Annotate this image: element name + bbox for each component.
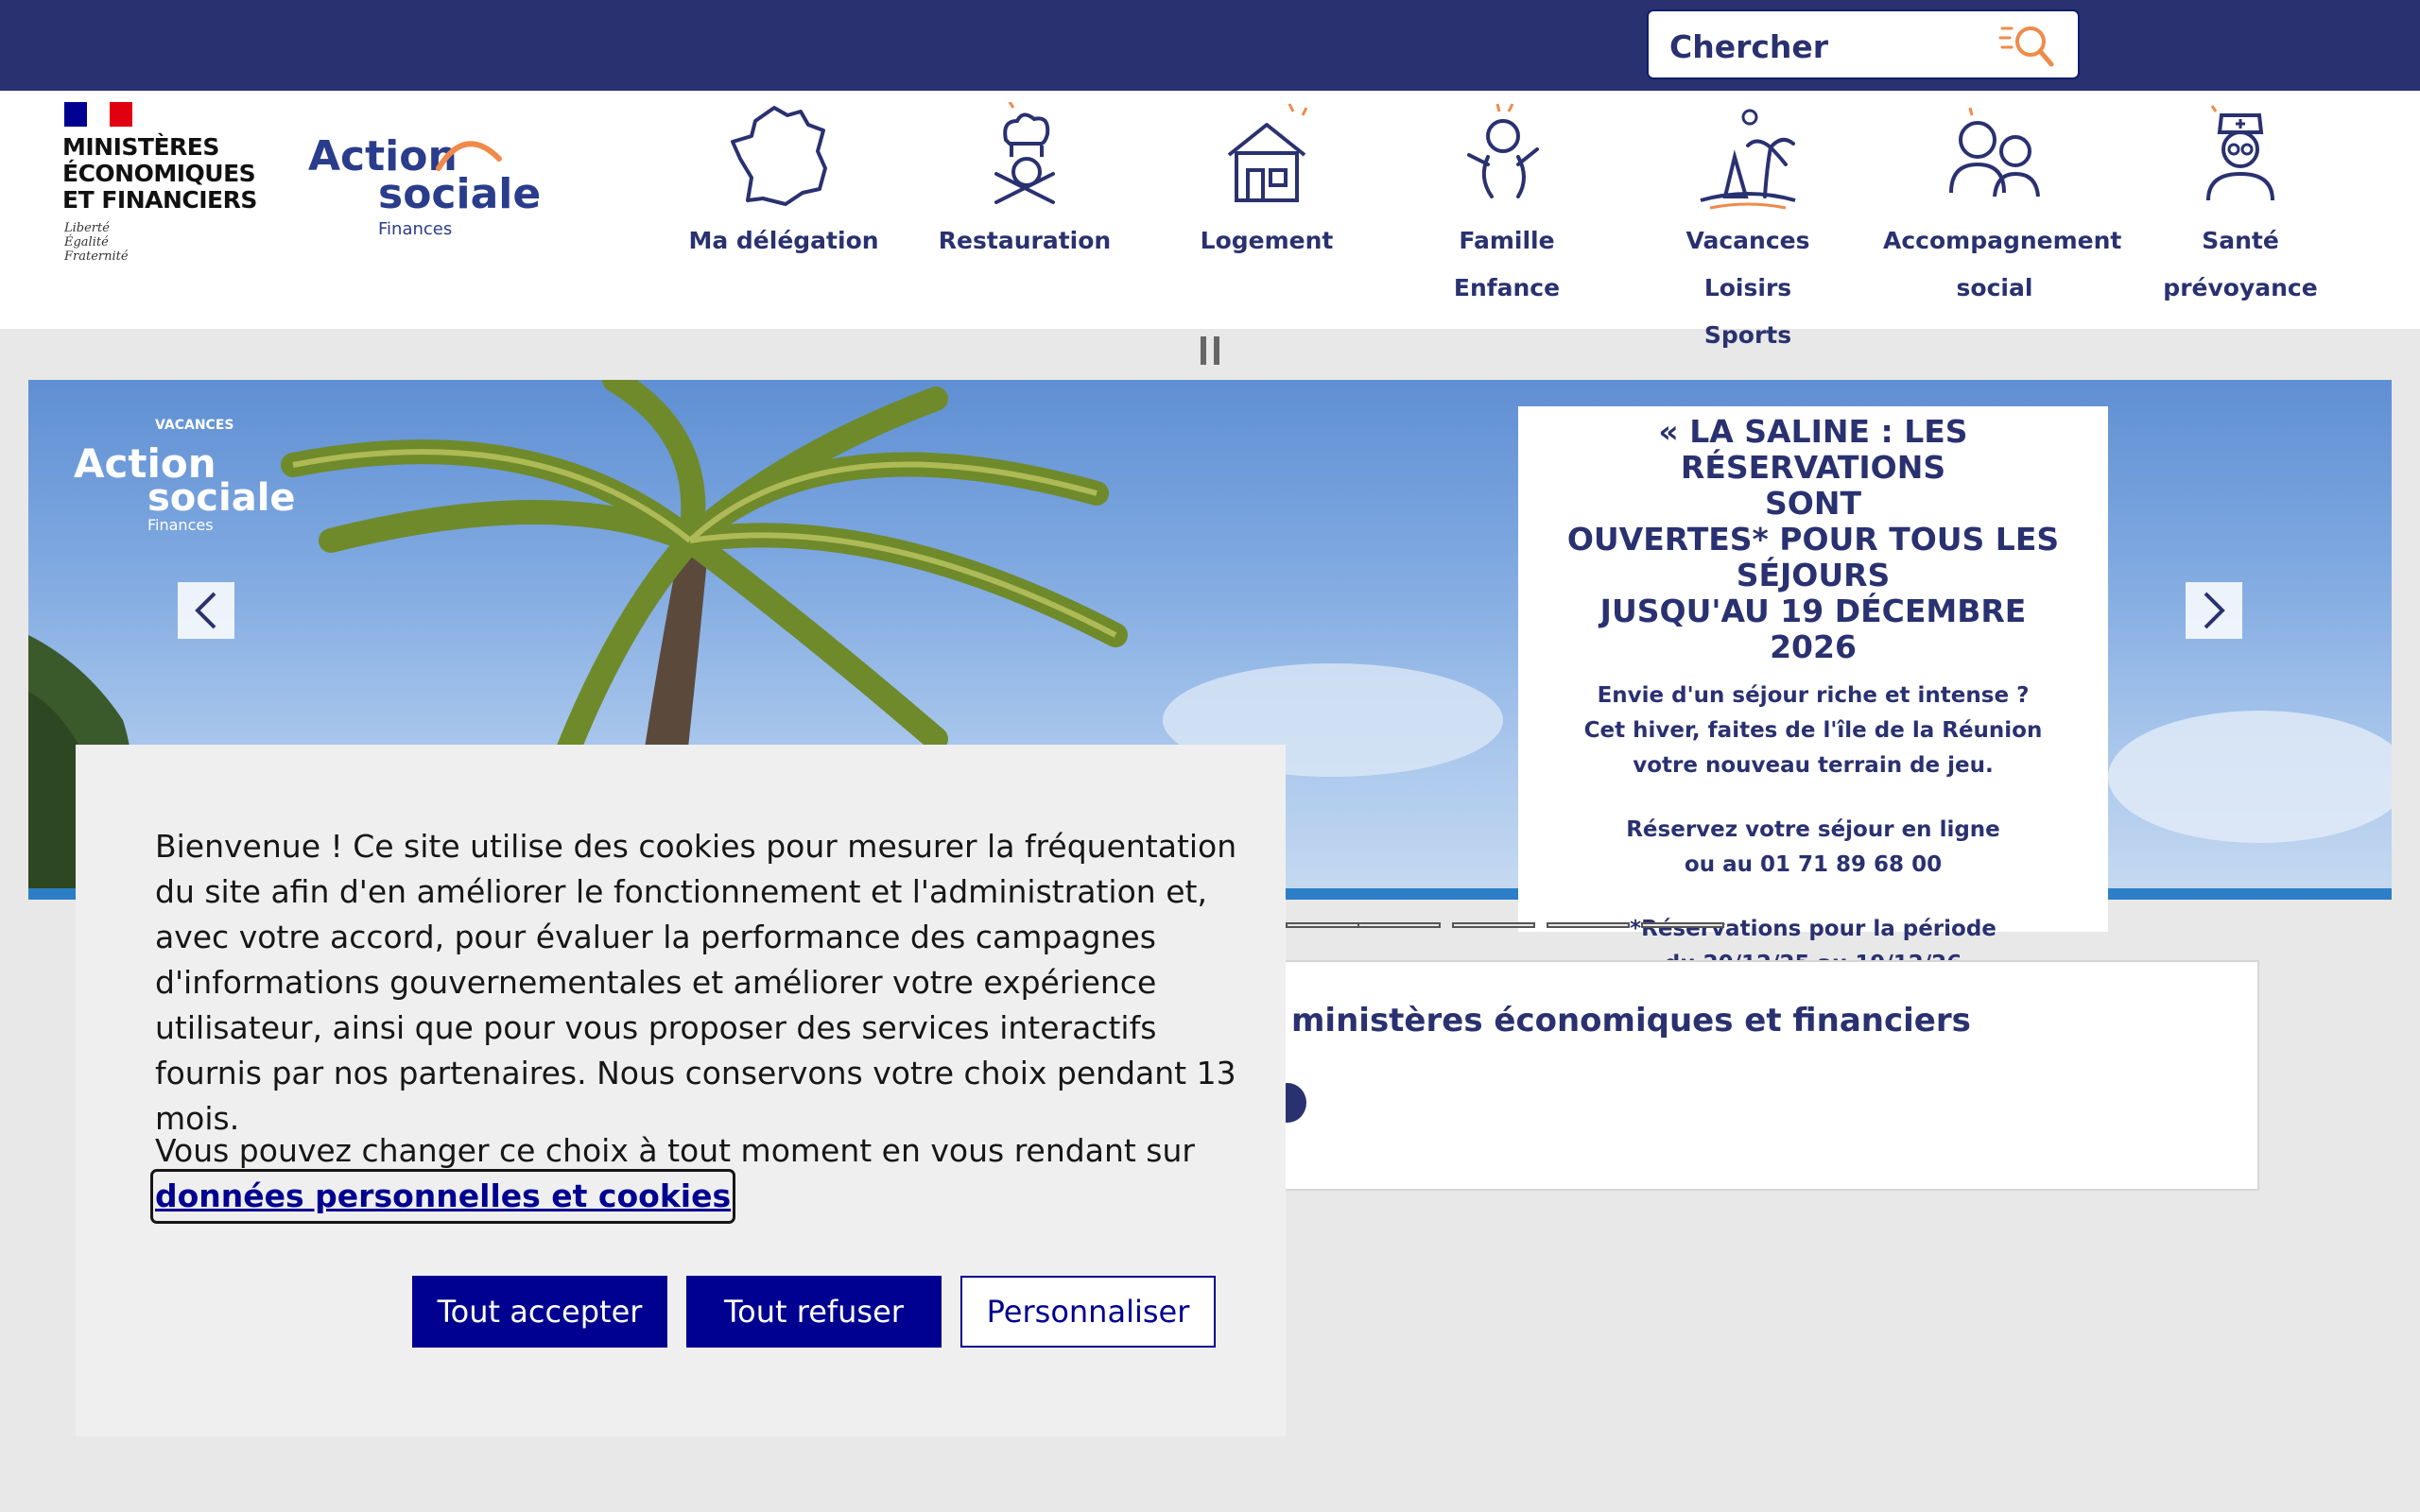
people-icon bbox=[1949, 107, 2040, 198]
nav-label-line2: prévoyance bbox=[2163, 274, 2318, 301]
nav-logement[interactable]: Logement bbox=[1172, 102, 1361, 265]
nav-famille-enfance[interactable]: Famille Enfance bbox=[1405, 102, 1609, 312]
ministry-logo[interactable]: MINISTÈRES ÉCONOMIQUES ET FINANCIERS Lib… bbox=[62, 102, 280, 272]
brand-sociale: sociale bbox=[378, 170, 542, 218]
nav-label: Restauration bbox=[938, 227, 1112, 254]
nav-label: Logement bbox=[1200, 227, 1334, 254]
nav-vacances-loisirs-sports[interactable]: Vacances Loisirs Sports bbox=[1639, 102, 1857, 359]
france-map-icon bbox=[731, 106, 827, 206]
info-title: ministères économiques et financiers bbox=[1291, 1002, 1971, 1040]
carousel-prev-button[interactable] bbox=[178, 582, 234, 639]
nav-label: Famille Enfance bbox=[1453, 227, 1561, 301]
cookie-text-2: Vous pouvez changer ce choix à tout mome… bbox=[149, 1128, 1242, 1224]
refuse-all-button[interactable]: Tout refuser bbox=[686, 1276, 942, 1348]
slide-body: Envie d'un séjour riche et intense ? Cet… bbox=[1583, 683, 2043, 976]
privacy-link[interactable]: données personnelles et cookies bbox=[149, 1169, 736, 1224]
slide-caption-card[interactable]: « LA SALINE : LES RÉSERVATIONS SONT OUVE… bbox=[1518, 406, 2108, 976]
french-flag-icon bbox=[64, 102, 132, 127]
nav-label: Vacances Loisirs bbox=[1685, 227, 1810, 301]
house-icon bbox=[1227, 103, 1308, 202]
nav-ma-delegation[interactable]: Ma délégation bbox=[679, 102, 889, 265]
chevron-left-icon bbox=[195, 592, 216, 629]
palm-island-icon bbox=[1700, 109, 1796, 210]
slide-title: « LA SALINE : LES RÉSERVATIONS SONT OUVE… bbox=[1566, 413, 2060, 665]
nav-label: Accompagnement bbox=[1883, 227, 2122, 254]
ministry-name: MINISTÈRES ÉCONOMIQUES ET FINANCIERS bbox=[62, 133, 257, 214]
carousel-dot[interactable] bbox=[1452, 922, 1535, 928]
cookie-banner: Bienvenue ! Ce site utilise des cookies … bbox=[76, 745, 1286, 1436]
search-box[interactable] bbox=[1647, 9, 2080, 79]
nurse-icon bbox=[2206, 105, 2274, 201]
republic-motto: Liberté Égalité Fraternité bbox=[64, 221, 129, 264]
chevron-right-icon bbox=[2204, 592, 2225, 629]
nav-sante-prevoyance[interactable]: Santé prévoyance bbox=[2144, 102, 2337, 312]
logo-arc-icon bbox=[436, 141, 502, 171]
child-icon bbox=[1467, 103, 1539, 198]
customize-button[interactable]: Personnaliser bbox=[960, 1276, 1216, 1348]
vacances-logo: VACANCES Action sociale Finances bbox=[74, 418, 296, 534]
carousel-dot[interactable] bbox=[1641, 922, 1724, 928]
search-icon[interactable] bbox=[1998, 21, 2055, 70]
chef-icon bbox=[994, 102, 1055, 204]
nav-restauration[interactable]: Restauration bbox=[930, 102, 1119, 265]
carousel-dot[interactable] bbox=[1547, 922, 1630, 928]
nav-accompagnement-social[interactable]: Accompagnement social bbox=[1883, 102, 2122, 312]
nav-label: Ma délégation bbox=[688, 227, 879, 254]
action-sociale-logo[interactable]: Action sociale Finances bbox=[308, 132, 541, 246]
nav-label: Santé bbox=[2202, 227, 2279, 254]
cookie-text: Bienvenue ! Ce site utilise des cookies … bbox=[155, 828, 1237, 1137]
carousel-dot[interactable] bbox=[1286, 922, 1369, 928]
carousel-next-button[interactable] bbox=[2186, 582, 2242, 639]
accept-all-button[interactable]: Tout accepter bbox=[412, 1276, 667, 1348]
info-box: ministères économiques et financiers bbox=[1238, 960, 2259, 1191]
nav-label-line2: social bbox=[1956, 274, 2033, 301]
nav-label-line2: Sports bbox=[1703, 321, 1792, 349]
search-input[interactable] bbox=[1668, 21, 2012, 72]
carousel-pause-button[interactable] bbox=[1195, 335, 1225, 367]
brand-finances: Finances bbox=[378, 219, 453, 239]
carousel-dot[interactable] bbox=[1357, 922, 1441, 928]
